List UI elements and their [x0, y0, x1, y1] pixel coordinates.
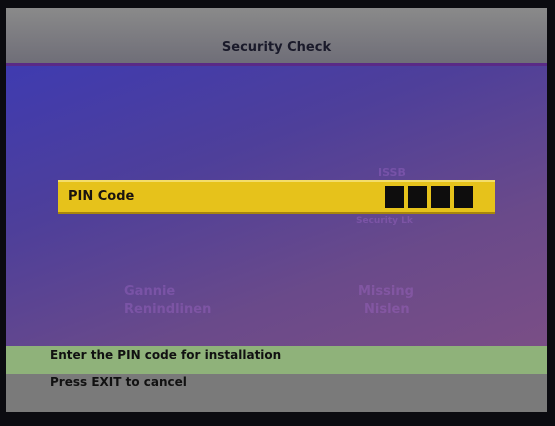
pin-digit-box[interactable]	[408, 186, 427, 208]
instruction-bar: Enter the PIN code for installation	[6, 346, 547, 374]
ghost-code-text: ISSB	[378, 166, 406, 179]
exit-hint-bar: Press EXIT to cancel	[6, 374, 547, 412]
pin-code-row[interactable]: PIN Code	[58, 180, 495, 214]
exit-hint-text: Press EXIT to cancel	[50, 375, 187, 389]
ghost-right-text-2: Nislen	[364, 302, 410, 317]
ghost-under-text: Security Lk	[356, 216, 413, 226]
page-title: Security Check	[221, 40, 332, 55]
title-bar: Security Check	[6, 8, 547, 66]
pin-input[interactable]	[385, 186, 477, 208]
pin-digit-box[interactable]	[454, 186, 473, 208]
ghost-right-text-1: Missing	[358, 284, 414, 299]
instruction-text: Enter the PIN code for installation	[50, 348, 282, 362]
ghost-left-text-1: Gannie	[124, 284, 176, 299]
pin-code-label: PIN Code	[68, 189, 135, 204]
tv-screen: Security Check ISSB lifes Security Lk Ga…	[6, 8, 547, 412]
pin-digit-box[interactable]	[431, 186, 450, 208]
pin-digit-box[interactable]	[385, 186, 404, 208]
ghost-left-text-2: Renindlinen	[124, 302, 212, 317]
